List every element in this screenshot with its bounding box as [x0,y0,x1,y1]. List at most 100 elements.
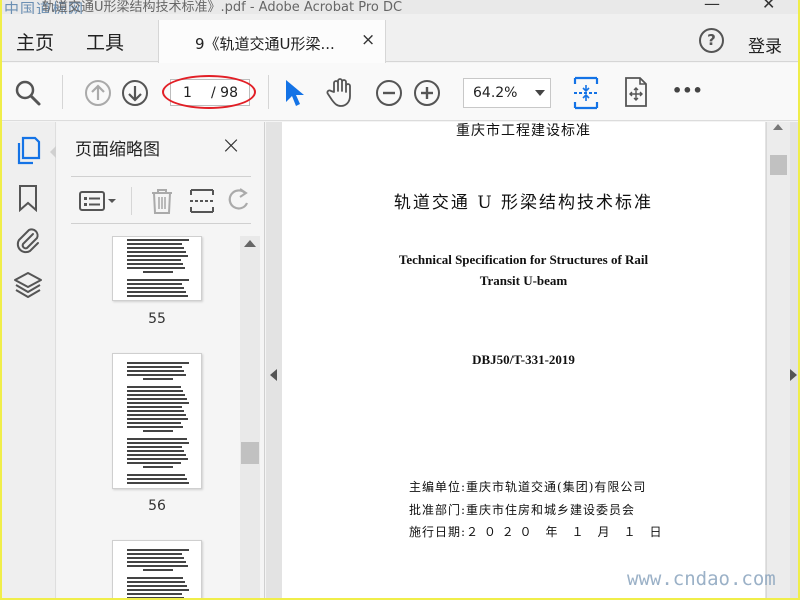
options-menu-icon[interactable] [79,189,119,217]
thumbnail-text-line [127,295,188,297]
menu-tools[interactable]: 工具 [86,28,124,55]
thumbnail-text-line [127,565,188,567]
thumbnail-text-line [127,577,183,579]
acrobat-window: 中国道标网 轨道交通U形梁结构技术标准》.pdf - Adobe Acrobat… [2,0,798,598]
fit-page-icon[interactable] [572,75,600,115]
thumbnail-text-line [127,597,184,598]
layers-icon[interactable] [13,270,43,304]
insert-page-icon[interactable] [189,187,215,219]
toolbar: 1 / 98 64.2% ••• [2,63,798,121]
close-window-icon[interactable]: ✕ [762,0,775,13]
search-icon[interactable] [14,79,42,111]
thumbnail-text-line [143,569,173,571]
window-title: 轨道交通U形梁结构技术标准》.pdf - Adobe Acrobat Pro D… [42,0,403,14]
thumbnail-toolbar [71,176,251,224]
thumbnail-text-line [127,410,184,412]
rotate-view-icon[interactable] [622,76,650,112]
thumbnail-text-line [127,291,186,293]
thumbnail-text-line [127,450,184,452]
thumbnail-text-line [127,267,185,269]
thumbnail-page-55[interactable] [112,236,202,301]
thumbnail-text-line [127,362,189,364]
zoom-in-icon[interactable] [413,79,441,111]
thumbnail-text-line [127,370,184,372]
zoom-level-select[interactable]: 64.2% [463,78,551,108]
thumbnail-text-line [127,557,184,559]
document-tab[interactable]: 9《轨道交通U形梁... × [158,20,386,63]
thumbnail-text-line [127,553,182,555]
page-thumbnails-panel: 页面缩略图 × 55 56 [57,122,265,598]
attachment-icon[interactable] [14,226,42,260]
thumbnail-text-line [143,378,173,380]
thumbnail-text-line [127,283,182,285]
thumbnail-text-line [127,442,189,444]
hand-tool-icon[interactable] [325,76,357,112]
thumbnail-text-line [127,287,184,289]
annotation-highlight-oval [162,75,256,109]
document-viewer[interactable]: 重庆市工程建设标准 轨道交通 U 形梁结构技术标准 Technical Spec… [266,122,798,598]
thumbnail-text-line [127,482,189,484]
zoom-out-icon[interactable] [375,79,403,111]
tab-close-icon[interactable]: × [361,30,375,50]
thumbnail-text-line [127,279,189,281]
thumbnail-page-56[interactable] [112,353,202,489]
expand-right-panel-icon[interactable] [790,369,797,381]
scrollbar-thumb[interactable] [770,155,787,175]
thumbnail-text-line [127,478,187,480]
thumbnail-page-57[interactable] [112,540,202,598]
select-cursor-icon[interactable] [283,78,305,112]
thumbnail-text-line [127,422,181,424]
thumbnail-text-line [127,561,186,563]
thumbnail-text-line [127,255,188,257]
thumbnail-text-line [127,374,186,376]
document-scrollbar[interactable] [766,122,790,598]
menu-bar: 主页 工具 9《轨道交通U形梁... × ? 登录 [2,14,798,63]
thumbnail-text-line [127,458,188,460]
thumbnail-text-line [127,426,183,428]
document-title-en-line1: Technical Specification for Structures o… [398,252,649,267]
previous-page-icon[interactable] [84,79,112,111]
thumbnail-text-line [127,454,186,456]
scroll-up-icon[interactable] [244,240,256,247]
rotate-page-icon[interactable] [227,187,251,219]
delete-page-icon[interactable] [149,187,175,219]
bookmark-icon[interactable] [17,184,39,216]
help-icon[interactable]: ? [699,28,724,53]
thumbnail-text-line [127,247,184,249]
thumbnail-text-line [127,251,186,253]
thumbnail-text-line [127,402,189,404]
thumbnail-text-line [127,585,187,587]
panel-close-icon[interactable]: × [221,131,241,159]
thumbnail-text-line [127,446,182,448]
thumbnail-scrollbar[interactable] [240,236,260,598]
thumbnail-text-line [127,398,187,400]
thumbnail-text-line [127,394,185,396]
scrollbar-thumb[interactable] [241,442,259,464]
collapse-left-panel-icon[interactable] [270,369,277,381]
next-page-icon[interactable] [121,79,149,111]
menu-home[interactable]: 主页 [16,28,54,55]
more-tools-icon[interactable]: ••• [672,81,703,100]
scroll-up-icon[interactable] [773,124,783,130]
thumbnail-text-line [127,390,183,392]
thumbnail-list[interactable]: 55 56 [57,236,265,598]
document-header: 重庆市工程建设标准 [456,123,591,139]
thumbnail-text-line [143,466,173,468]
thumbnail-text-line [143,430,173,432]
site-watermark: www.cndao.com [627,568,776,590]
active-panel-pointer [50,146,56,158]
toolbar-divider [268,75,269,109]
pdf-page: 重庆市工程建设标准 轨道交通 U 形梁结构技术标准 Technical Spec… [282,122,765,598]
navigation-rail [2,122,56,598]
thumbnail-text-line [127,414,186,416]
editor-unit: 主编单位:重庆市轨道交通(集团)有限公司 [409,480,647,494]
thumbnail-text-line [127,406,182,408]
effective-date: 施行日期:２ ０ ２ ０ 年 １ 月 １ 日 [409,525,663,539]
minimize-icon[interactable]: — [704,0,720,13]
thumbnail-text-line [127,243,182,245]
sign-in-button[interactable]: 登录 [748,32,782,57]
thumbnail-text-line [127,438,187,440]
panel-title: 页面缩略图 [75,140,160,160]
thumbnail-text-line [127,593,182,595]
page-thumbnails-icon[interactable] [15,136,41,170]
